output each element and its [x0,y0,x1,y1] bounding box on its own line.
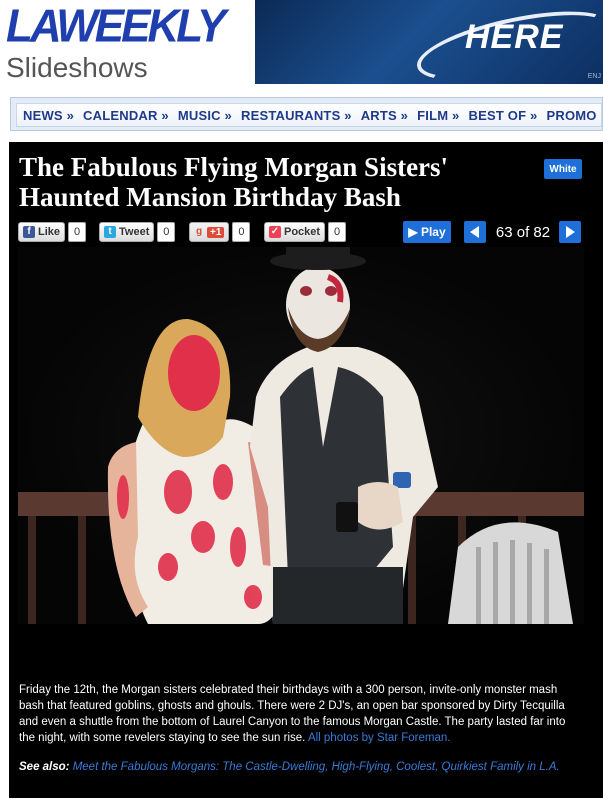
facebook-icon: f [23,226,35,238]
slideshow-photo[interactable] [18,247,584,624]
like-count: 0 [68,222,87,242]
nav-item-arts[interactable]: ARTS » [361,108,408,123]
caption-text: Friday the 12th, the Morgan sisters cele… [19,684,566,744]
play-button[interactable]: ▶ Play [403,221,451,243]
previous-slide-button[interactable] [464,221,486,243]
google-plus-icon: g [195,226,203,237]
plus-one-label: +1 [207,226,225,238]
site-header: LAWEEKLY Slideshows HERE ENJ [0,0,603,92]
tweet-group: t Tweet 0 [99,222,176,242]
nav-item-film[interactable]: FILM » [417,108,459,123]
nav-item-news[interactable]: NEWS » [23,108,74,123]
google-plus-button[interactable]: g +1 [189,222,230,242]
see-also-link[interactable]: Meet the Fabulous Morgans: The Castle-Dw… [73,761,560,773]
slide-caption: Friday the 12th, the Morgan sisters cele… [19,682,579,746]
logo-text: LAWEEKLY [6,0,226,53]
main-nav: NEWS » CALENDAR » MUSIC » RESTAURANTS » … [10,97,603,131]
ad-small-text: ENJ [587,73,601,80]
laweekly-logo[interactable]: LAWEEKLY [6,0,226,53]
tweet-button[interactable]: t Tweet [99,222,155,242]
tweet-label: Tweet [119,226,150,238]
arrow-left-icon [470,226,479,238]
pocket-icon: ✓ [269,226,281,238]
like-label: Like [38,226,61,238]
pocket-label: Pocket [284,226,321,238]
banner-ad[interactable]: HERE ENJ [255,0,603,84]
party-photo-illustration [18,247,584,624]
slide-counter: 63 of 82 [495,223,551,241]
nav-item-calendar[interactable]: CALENDAR » [83,108,169,123]
next-slide-button[interactable] [559,221,581,243]
tweet-count: 0 [157,222,176,242]
plus-count: 0 [232,222,251,242]
section-title: Slideshows [6,52,148,83]
nav-item-restaurants[interactable]: RESTAURANTS » [241,108,352,123]
slideshow-title: The Fabulous Flying Morgan Sisters' Haun… [19,152,449,212]
pocket-button[interactable]: ✓ Pocket [264,222,326,242]
see-also: See also: Meet the Fabulous Morgans: The… [19,759,579,775]
facebook-like-button[interactable]: f Like [18,222,66,242]
woman-figure [107,318,283,624]
ad-text: HERE [465,18,564,56]
white-theme-button[interactable]: White [544,159,582,179]
see-also-label: See also: [19,761,70,773]
nav-item-best-of[interactable]: BEST OF » [469,108,538,123]
nav-item-music[interactable]: MUSIC » [178,108,232,123]
nav-item-promo[interactable]: PROMO » [546,108,601,123]
pocket-group: ✓ Pocket 0 [264,222,347,242]
twitter-bird-icon: t [104,226,116,238]
nav-bar: NEWS » CALENDAR » MUSIC » RESTAURANTS » … [16,103,602,127]
arrow-right-icon [566,226,575,238]
slideshow-panel: The Fabulous Flying Morgan Sisters' Haun… [9,142,603,798]
photo-credit-link[interactable]: All photos by Star Foreman. [308,732,451,744]
google-plus-group: g +1 0 [189,222,251,242]
pocket-count: 0 [328,222,347,242]
facebook-like-group: f Like 0 [18,222,87,242]
